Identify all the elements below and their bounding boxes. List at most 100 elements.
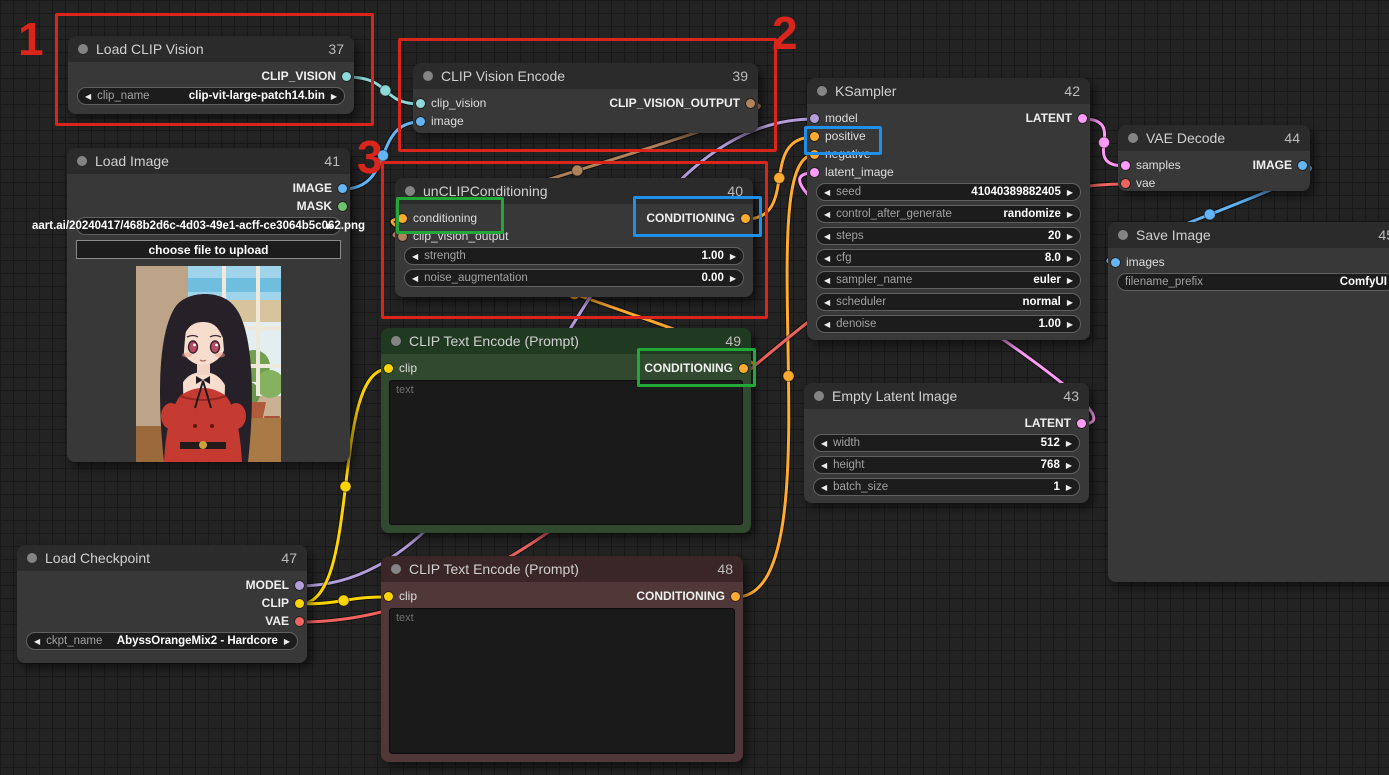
input-dot-clip[interactable] [384,364,393,373]
widget-steps[interactable]: ◀steps20▶ [816,227,1081,245]
output-slot-IMAGE[interactable]: IMAGE [293,181,347,195]
collapse-dot-icon[interactable] [817,86,827,96]
combo-right-arrow-icon[interactable]: ▶ [1067,298,1073,307]
node-title: Save Image [1136,227,1370,243]
annotation-number-3: 3 [357,134,383,180]
textarea-placeholder: text [396,612,414,624]
collapse-dot-icon[interactable] [27,553,37,563]
output-dot-clip[interactable] [295,599,304,608]
combo-left-arrow-icon[interactable]: ◀ [824,188,830,197]
node-titlebar: KSampler42 [807,78,1090,104]
combo-right-arrow-icon[interactable]: ▶ [1066,439,1072,448]
collapse-dot-icon[interactable] [391,564,401,574]
combo-right-arrow-icon[interactable]: ▶ [1066,483,1072,492]
widget-denoise[interactable]: ◀denoise1.00▶ [816,315,1081,333]
collapse-dot-icon[interactable] [814,391,824,401]
collapse-dot-icon[interactable] [391,336,401,346]
node-load-checkpoint[interactable]: Load Checkpoint47MODELCLIPVAE◀ckpt_nameA… [17,545,307,663]
combo-left-arrow-icon[interactable]: ◀ [824,276,830,285]
node-clip-text-encode-neg[interactable]: CLIP Text Encode (Prompt)48clipCONDITION… [381,556,743,762]
output-slot-LATENT[interactable]: LATENT [1025,416,1086,430]
combo-right-arrow-icon[interactable]: ▶ [1067,320,1073,329]
widget-control_after_generate[interactable]: ◀control_after_generaterandomize▶ [816,205,1081,223]
input-slot-latent_image[interactable]: latent_image [810,165,894,179]
combo-right-arrow-icon[interactable]: ▶ [1067,210,1073,219]
combo-left-arrow-icon[interactable]: ◀ [824,320,830,329]
combo-left-arrow-icon[interactable]: ◀ [821,439,827,448]
widget-value[interactable]: aart.ai/20240417/468b2d6c-4d03-49e1-acff… [76,217,341,235]
prompt-textarea[interactable]: text [389,608,735,754]
node-title: Load Image [95,153,316,169]
combo-right-arrow-icon[interactable]: ▶ [327,222,333,231]
output-dot-image[interactable] [1298,161,1307,170]
combo-right-arrow-icon[interactable]: ▶ [1067,254,1073,263]
input-dot-latent[interactable] [810,168,819,177]
widget-cfg[interactable]: ◀cfg8.0▶ [816,249,1081,267]
input-dot-model[interactable] [810,114,819,123]
output-dot-conditioning[interactable] [731,592,740,601]
output-dot-latent[interactable] [1078,114,1087,123]
wire-midpoint-dot [380,85,391,96]
prompt-textarea[interactable]: text [389,380,743,525]
collapse-dot-icon[interactable] [77,156,87,166]
input-slot-images[interactable]: images [1111,255,1165,269]
output-dot-latent[interactable] [1077,419,1086,428]
widget-value: 768 [1041,459,1060,471]
node-empty-latent-image[interactable]: Empty Latent Image43LATENT◀width512▶◀hei… [804,383,1089,503]
widget-seed[interactable]: ◀seed41040389882405▶ [816,183,1081,201]
combo-right-arrow-icon[interactable]: ▶ [1066,461,1072,470]
combo-left-arrow-icon[interactable]: ◀ [824,254,830,263]
combo-right-arrow-icon[interactable]: ▶ [1067,276,1073,285]
widget-value: ComfyUI [1340,276,1387,288]
output-slot-VAE[interactable]: VAE [265,614,304,628]
combo-left-arrow-icon[interactable]: ◀ [821,483,827,492]
combo-left-arrow-icon[interactable]: ◀ [34,637,40,646]
output-slot-IMAGE[interactable]: IMAGE [1253,158,1307,172]
combo-left-arrow-icon[interactable]: ◀ [824,232,830,241]
widget-height[interactable]: ◀height768▶ [813,456,1080,474]
node-ksampler[interactable]: KSampler42modelLATENTpositivenegativelat… [807,78,1090,340]
input-slot-vae[interactable]: vae [1121,176,1155,190]
node-titlebar: VAE Decode44 [1118,125,1310,151]
widget-width[interactable]: ◀width512▶ [813,434,1080,452]
wire-midpoint-dot [774,173,785,184]
combo-left-arrow-icon[interactable]: ◀ [824,298,830,307]
combo-right-arrow-icon[interactable]: ▶ [284,637,290,646]
node-load-image[interactable]: Load Image41IMAGEMASKaart.ai/20240417/46… [67,148,350,462]
output-dot-image[interactable] [338,184,347,193]
input-dot-latent[interactable] [1121,161,1130,170]
node-vae-decode[interactable]: VAE Decode44 samples IMAGE vae [1118,125,1310,191]
combo-left-arrow-icon[interactable]: ◀ [821,461,827,470]
widget-batch_size[interactable]: ◀batch_size1▶ [813,478,1080,496]
collapse-dot-icon[interactable] [1118,230,1128,240]
output-slot-MODEL[interactable]: MODEL [246,578,304,592]
combo-right-arrow-icon[interactable]: ▶ [1067,232,1073,241]
input-slot-samples[interactable]: samples [1121,158,1181,172]
input-dot-vae[interactable] [1121,179,1130,188]
input-slot-model[interactable]: model [810,111,858,125]
output-dot-vae[interactable] [295,617,304,626]
widget-ckpt_name[interactable]: ◀ckpt_nameAbyssOrangeMix2 - Hardcore▶ [26,632,298,650]
combo-left-arrow-icon[interactable]: ◀ [824,210,830,219]
output-slot-MASK[interactable]: MASK [297,199,347,213]
upload-button[interactable]: choose file to upload [76,240,341,259]
input-slot-clip[interactable]: clip [384,361,417,375]
combo-right-arrow-icon[interactable]: ▶ [1067,188,1073,197]
output-slot-LATENT[interactable]: LATENT [1026,111,1087,125]
slot-row: clip CONDITIONING [381,587,743,605]
output-dot-model[interactable] [295,581,304,590]
output-slot-CLIP[interactable]: CLIP [262,596,304,610]
collapse-dot-icon[interactable] [1128,133,1138,143]
widget-sampler_name[interactable]: ◀sampler_nameeuler▶ [816,271,1081,289]
input-slot-clip[interactable]: clip [384,589,417,603]
widget-name: denoise [836,318,876,330]
output-dot-mask[interactable] [338,202,347,211]
widget-filename_prefix[interactable]: filename_prefixComfyUI [1117,273,1389,291]
node-graph-canvas[interactable]: Load CLIP Vision37CLIP_VISION◀clip_namec… [0,0,1389,775]
slot-row: CLIP [17,594,307,612]
input-dot-image[interactable] [1111,258,1120,267]
output-slot-CONDITIONING[interactable]: CONDITIONING [636,589,740,603]
node-save-image[interactable]: Save Image45imagesfilename_prefixComfyUI [1108,222,1389,582]
input-dot-clip[interactable] [384,592,393,601]
widget-scheduler[interactable]: ◀schedulernormal▶ [816,293,1081,311]
